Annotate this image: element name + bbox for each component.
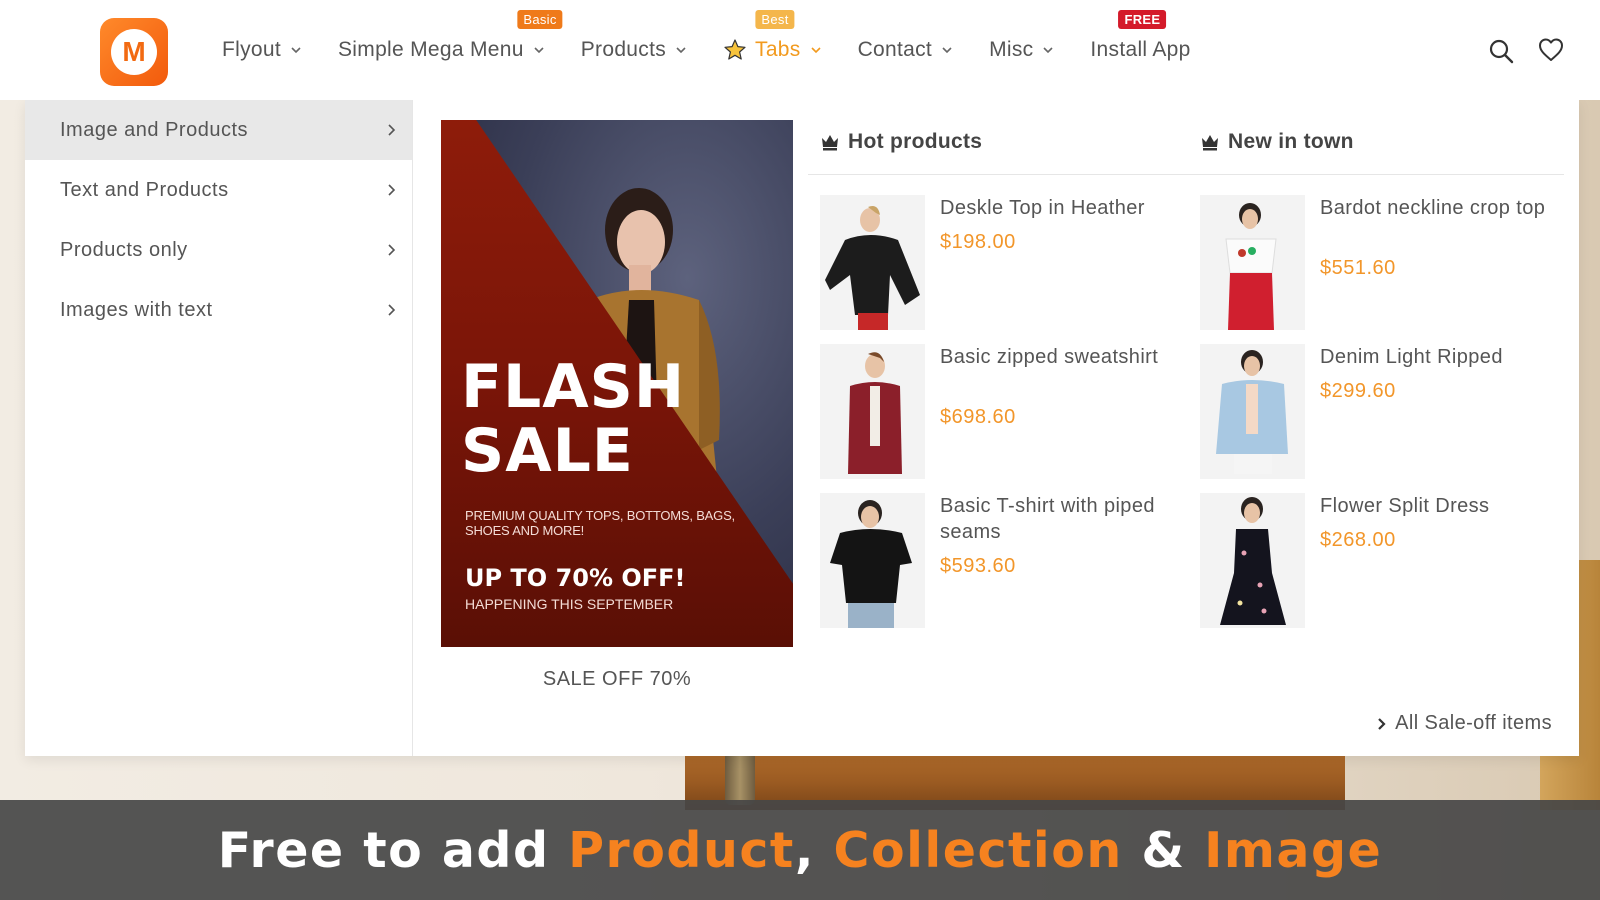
product-card[interactable]: Basic zipped sweatshirt $698.60	[820, 344, 1180, 479]
product-price: $299.60	[1320, 380, 1396, 402]
chevron-right-icon	[388, 124, 396, 136]
product-image	[1200, 493, 1305, 628]
product-price: $198.00	[940, 231, 1016, 253]
product-name: Deskle Top in Heather	[940, 197, 1145, 219]
product-image	[820, 344, 925, 479]
search-icon[interactable]	[1488, 38, 1514, 64]
product-image	[1200, 344, 1305, 479]
chevron-down-icon	[291, 47, 301, 54]
product-price: $551.60	[1320, 257, 1396, 279]
chevron-down-icon	[676, 47, 686, 54]
chevron-right-icon	[388, 184, 396, 196]
chevron-right-icon	[1378, 717, 1386, 730]
product-card[interactable]: Bardot neckline crop top $551.60	[1200, 195, 1560, 330]
product-card[interactable]: Denim Light Ripped $299.60	[1200, 344, 1560, 479]
sidebar-item-products-only[interactable]: Products only	[25, 220, 412, 280]
product-price: $698.60	[940, 406, 1016, 428]
product-name: Basic zipped sweatshirt	[940, 346, 1159, 368]
product-name: Bardot neckline crop top	[1320, 197, 1546, 219]
hot-products-heading: Hot products	[820, 130, 982, 154]
banner-headline: FLASH SALE	[461, 352, 686, 486]
column-divider	[808, 174, 1564, 175]
chevron-down-icon	[811, 47, 821, 54]
badge-basic: Basic	[517, 10, 563, 29]
chevron-right-icon	[388, 304, 396, 316]
product-image	[820, 195, 925, 330]
nav-item-install-app[interactable]: FREE Install App	[1090, 0, 1190, 100]
site-header: M Flyout Basic Simple Mega Menu Products…	[0, 0, 1600, 100]
sidebar-item-label: Image and Products	[60, 118, 248, 141]
nav-label: Flyout	[222, 38, 281, 61]
nav-label: Contact	[857, 38, 933, 61]
crown-icon	[1202, 135, 1218, 151]
banner-subtext: PREMIUM QUALITY TOPS, BOTTOMS, BAGS, SHO…	[465, 508, 735, 538]
nav-label: Install App	[1090, 38, 1191, 61]
product-card[interactable]: Basic T-shirt with piped seams $593.60	[820, 493, 1180, 628]
chevron-down-icon	[1043, 47, 1053, 54]
main-nav: Flyout Basic Simple Mega Menu Products B…	[222, 0, 1227, 100]
nav-item-tabs[interactable]: Best Tabs	[723, 0, 822, 100]
nav-label: Misc	[989, 38, 1034, 61]
product-name: Denim Light Ripped	[1320, 346, 1503, 368]
store-logo[interactable]: M	[100, 18, 168, 86]
flash-sale-banner[interactable]: FLASH SALE PREMIUM QUALITY TOPS, BOTTOMS…	[441, 120, 793, 647]
crown-icon	[822, 135, 838, 151]
product-image	[1200, 195, 1305, 330]
product-image	[820, 493, 925, 628]
promo-caption-band: Free to add Product, Collection & Image	[0, 800, 1600, 900]
sidebar-item-text-and-products[interactable]: Text and Products	[25, 160, 412, 220]
banner-when: HAPPENING THIS SEPTEMBER	[465, 596, 674, 612]
badge-best: Best	[755, 10, 795, 29]
chevron-right-icon	[388, 244, 396, 256]
banner-caption[interactable]: SALE OFF 70%	[441, 668, 793, 691]
product-name: Flower Split Dress	[1320, 495, 1490, 517]
sidebar-item-label: Images with text	[60, 298, 213, 321]
mega-menu-sidebar: Image and Products Text and Products Pro…	[25, 100, 413, 756]
badge-free: FREE	[1118, 10, 1167, 29]
sidebar-item-image-and-products[interactable]: Image and Products	[25, 100, 412, 160]
nav-item-products[interactable]: Products	[581, 0, 687, 100]
nav-item-simple-mega-menu[interactable]: Basic Simple Mega Menu	[338, 0, 563, 100]
logo-mark: M	[111, 29, 157, 75]
mega-menu-panel: Image and Products Text and Products Pro…	[25, 100, 1579, 756]
product-price: $268.00	[1320, 529, 1396, 551]
product-card[interactable]: Deskle Top in Heather $198.00	[820, 195, 1180, 330]
sidebar-item-label: Text and Products	[60, 178, 229, 201]
promo-caption: Free to add Product, Collection & Image	[217, 821, 1383, 879]
chevron-down-icon	[942, 47, 952, 54]
product-card[interactable]: Flower Split Dress $268.00	[1200, 493, 1560, 628]
chevron-down-icon	[534, 47, 544, 54]
product-price: $593.60	[940, 555, 1016, 577]
nav-label: Simple Mega Menu	[338, 38, 524, 61]
nav-item-misc[interactable]: Misc	[989, 0, 1054, 100]
all-sale-off-items-link[interactable]: All Sale-off items	[1377, 712, 1552, 735]
all-sale-label: All Sale-off items	[1395, 712, 1552, 734]
heart-icon[interactable]	[1538, 37, 1564, 63]
nav-item-contact[interactable]: Contact	[858, 0, 953, 100]
nav-label: Tabs	[755, 38, 801, 61]
nav-label: Products	[580, 38, 667, 61]
nav-item-flyout[interactable]: Flyout	[222, 0, 302, 100]
new-in-town-heading: New in town	[1200, 130, 1354, 154]
star-icon	[724, 39, 746, 60]
sidebar-item-images-with-text[interactable]: Images with text	[25, 280, 412, 340]
banner-offer: UP TO 70% OFF!	[465, 564, 686, 592]
sidebar-item-label: Products only	[60, 238, 188, 261]
product-name: Basic T-shirt with piped seams	[940, 495, 1155, 543]
